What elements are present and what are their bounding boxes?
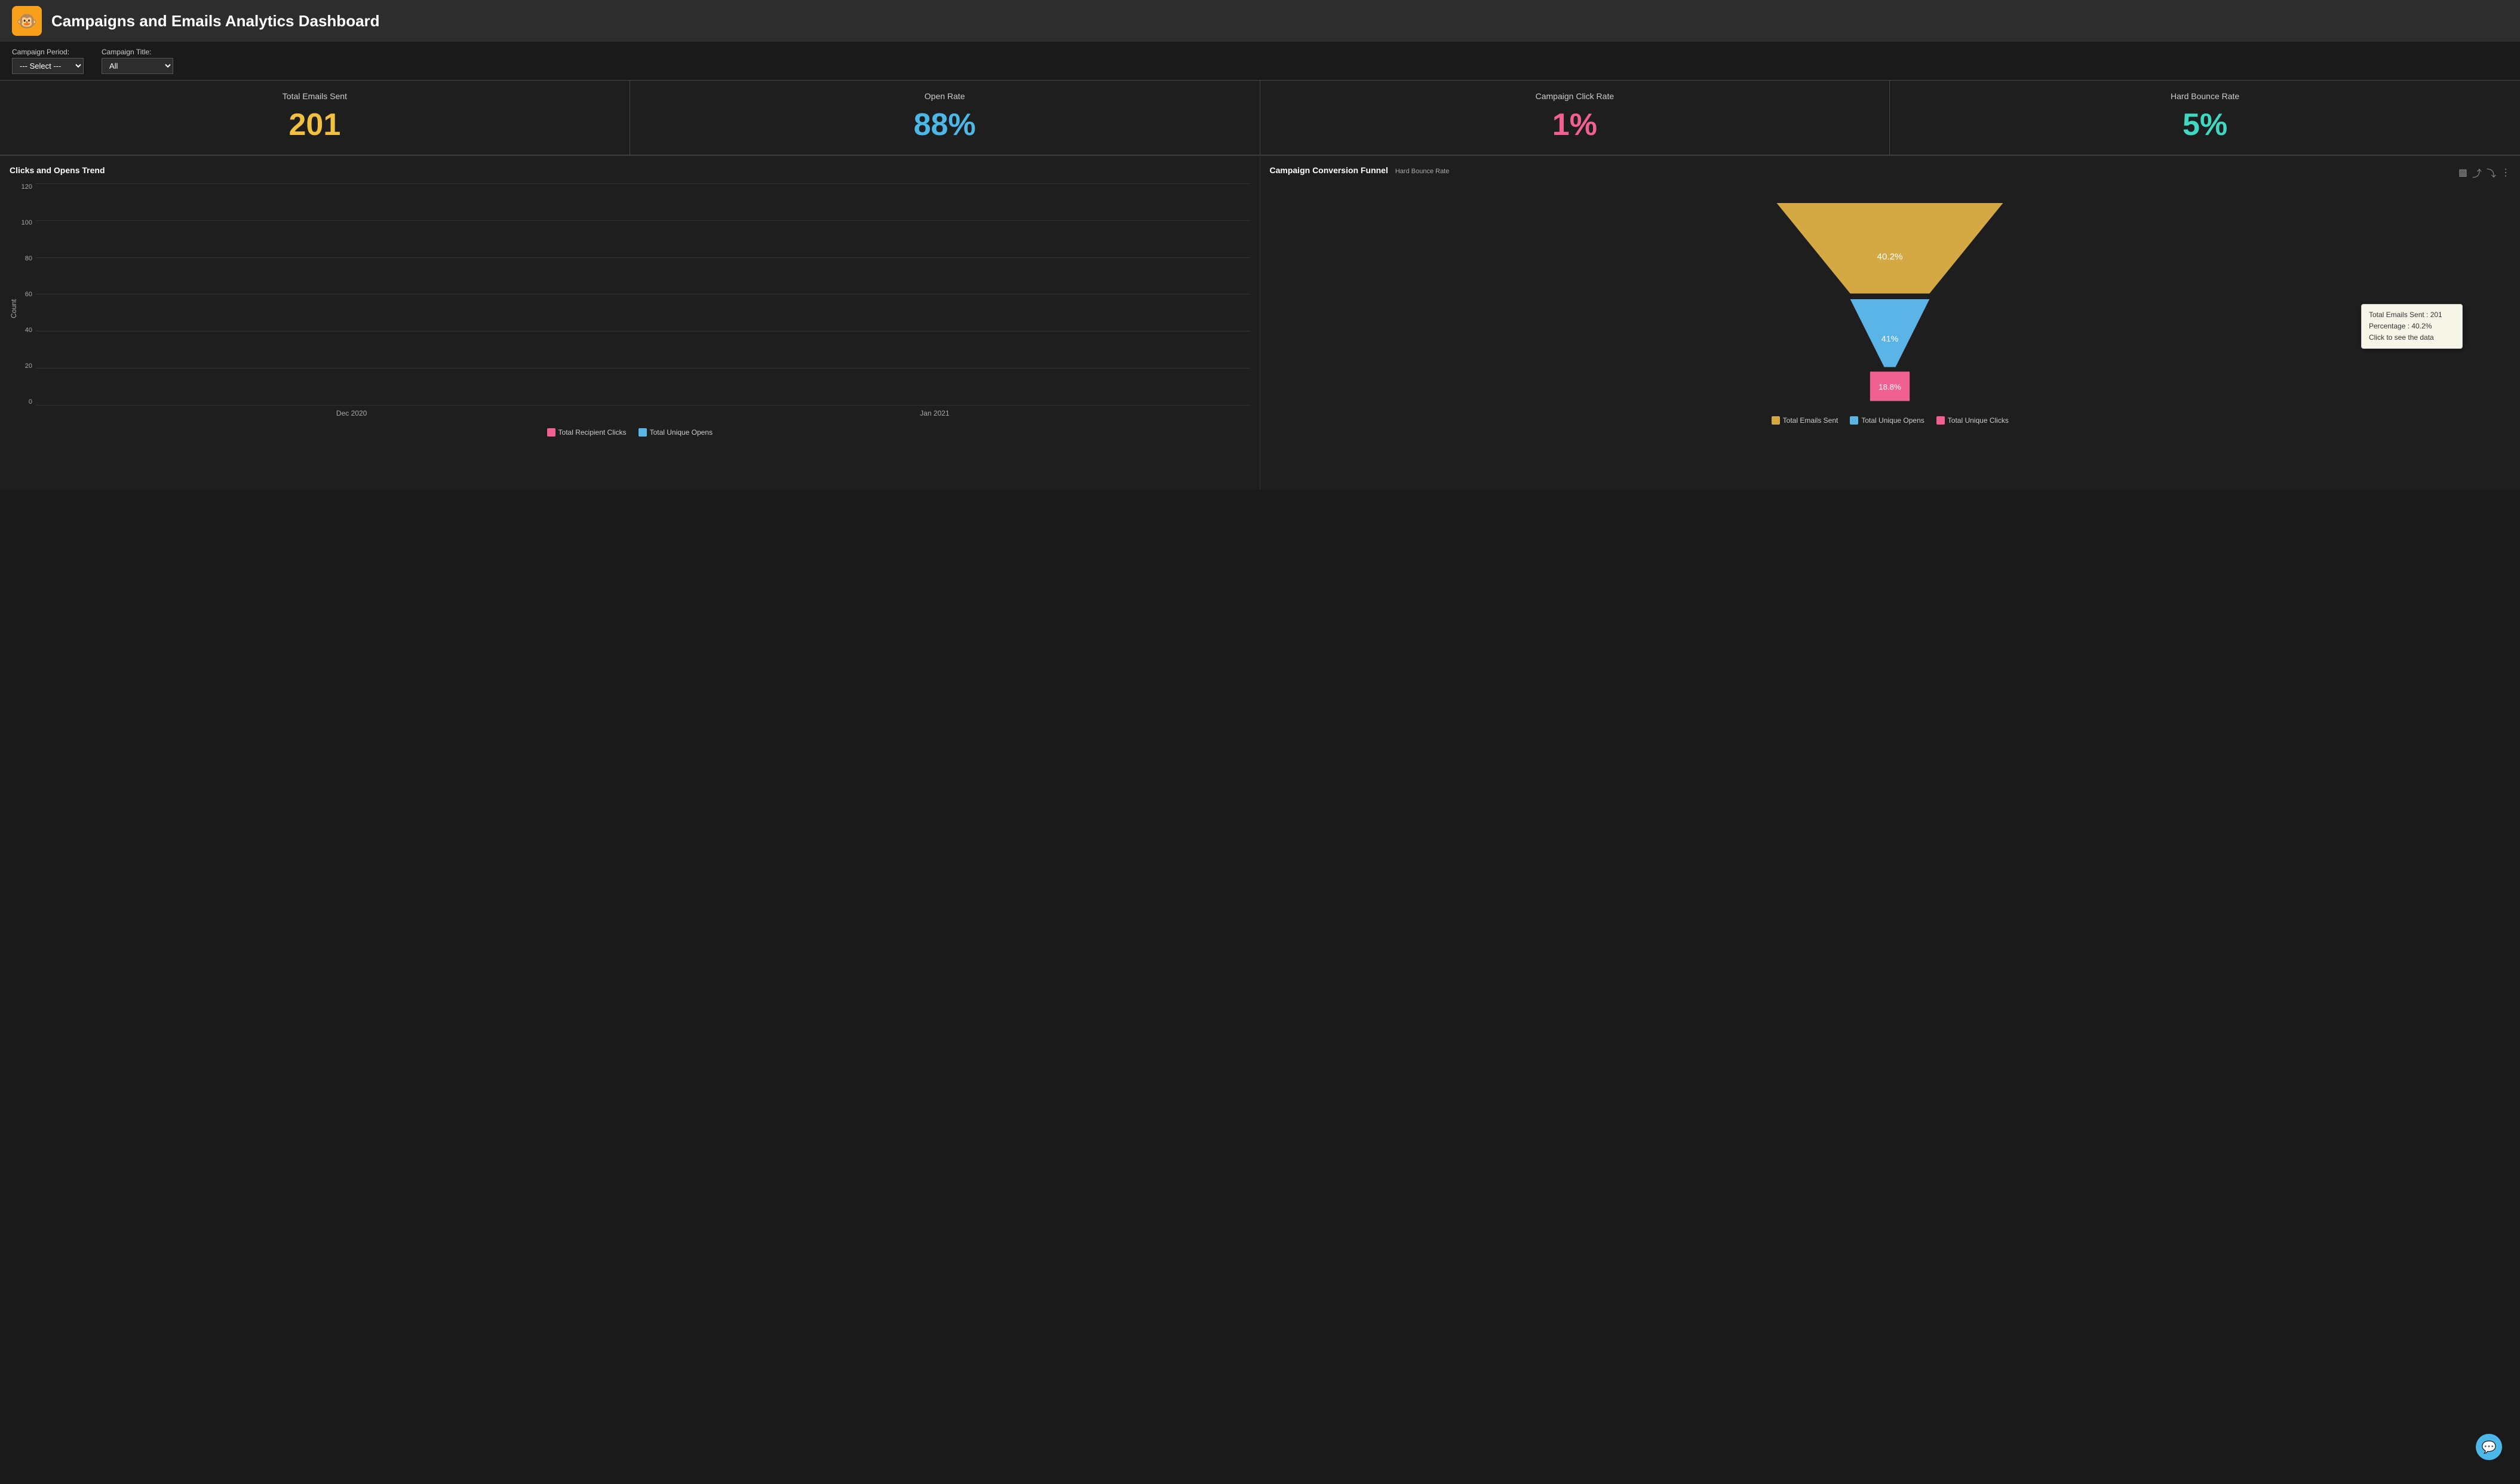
- kpi-bounce-rate: Hard Bounce Rate 5%: [1890, 81, 2520, 155]
- bar-chart-panel: Clicks and Opens Trend Count 120 100 80 …: [0, 155, 1260, 490]
- campaign-period-filter: Campaign Period: --- Select --- Dec 2020…: [12, 48, 84, 74]
- funnel-tooltip: Total Emails Sent : 201 Percentage : 40.…: [2361, 304, 2463, 349]
- funnel-legend-opens-label: Total Unique Opens: [1861, 416, 1924, 425]
- legend-item-opens: Total Unique Opens: [639, 428, 713, 437]
- legend-pink-box: [547, 428, 555, 437]
- funnel-legend: Total Emails Sent Total Unique Opens Tot…: [1270, 416, 2511, 425]
- more-options-icon[interactable]: ⋮: [2501, 167, 2510, 179]
- y-tick-20: 20: [25, 362, 32, 370]
- campaign-period-label: Campaign Period:: [12, 48, 84, 56]
- campaign-title-select[interactable]: All Campaign A Campaign B: [102, 58, 173, 74]
- kpi-open-rate: Open Rate 88%: [630, 81, 1260, 155]
- funnel-legend-pink-box: [1936, 416, 1945, 425]
- y-tick-80: 80: [25, 255, 32, 262]
- kpi-click-rate-label: Campaign Click Rate: [1272, 91, 1878, 101]
- tooltip-line1: Total Emails Sent : 201: [2369, 309, 2455, 321]
- funnel-segment-middle[interactable]: [1850, 299, 1930, 367]
- funnel-title: Campaign Conversion Funnel: [1270, 165, 1388, 175]
- bar-chart-legend: Total Recipient Clicks Total Unique Open…: [10, 428, 1250, 437]
- kpi-click-rate: Campaign Click Rate 1%: [1260, 81, 1890, 155]
- y-axis-label: Count: [10, 183, 18, 422]
- funnel-legend-emails-label: Total Emails Sent: [1783, 416, 1838, 425]
- mailchimp-icon: 🐵: [17, 11, 38, 31]
- legend-opens-label: Total Unique Opens: [650, 428, 713, 437]
- campaign-title-filter: Campaign Title: All Campaign A Campaign …: [102, 48, 173, 74]
- funnel-label-top: 40.2%: [1877, 252, 1903, 262]
- expand-icon[interactable]: ⤵: [2487, 165, 2496, 180]
- chat-icon: 💬: [2482, 1440, 2497, 1455]
- funnel-legend-unique-opens: Total Unique Opens: [1850, 416, 1924, 425]
- y-tick-120: 120: [22, 183, 32, 191]
- chat-button[interactable]: 💬: [2476, 1434, 2502, 1460]
- y-tick-100: 100: [22, 219, 32, 226]
- funnel-legend-emails-sent: Total Emails Sent: [1772, 416, 1838, 425]
- campaign-title-label: Campaign Title:: [102, 48, 173, 56]
- bar-chart-icon[interactable]: ▩: [2458, 167, 2467, 179]
- funnel-label-bottom: 18.8%: [1879, 383, 1901, 392]
- funnel-header: Campaign Conversion Funnel Hard Bounce R…: [1270, 165, 2511, 180]
- tooltip-line3: Click to see the data: [2369, 332, 2455, 343]
- legend-clicks-label: Total Recipient Clicks: [558, 428, 627, 437]
- funnel-label-middle: 41%: [1881, 334, 1899, 344]
- y-tick-0: 0: [29, 398, 32, 405]
- filter-bar: Campaign Period: --- Select --- Dec 2020…: [0, 42, 2520, 80]
- legend-blue-box: [639, 428, 647, 437]
- kpi-total-emails: Total Emails Sent 201: [0, 81, 630, 155]
- kpi-bounce-rate-label: Hard Bounce Rate: [1902, 91, 2508, 101]
- kpi-total-emails-value: 201: [12, 107, 618, 143]
- tooltip-line2: Percentage : 40.2%: [2369, 321, 2455, 332]
- x-label-dec2020: Dec 2020: [336, 409, 367, 422]
- funnel-chart-panel: Campaign Conversion Funnel Hard Bounce R…: [1260, 155, 2520, 490]
- kpi-bounce-rate-value: 5%: [1902, 107, 2508, 143]
- funnel-title-block: Campaign Conversion Funnel Hard Bounce R…: [1270, 165, 1450, 175]
- funnel-legend-clicks-label: Total Unique Clicks: [1948, 416, 2009, 425]
- legend-item-clicks: Total Recipient Clicks: [547, 428, 627, 437]
- kpi-total-emails-label: Total Emails Sent: [12, 91, 618, 101]
- external-link-icon[interactable]: ⤴: [2472, 165, 2482, 180]
- y-tick-60: 60: [25, 291, 32, 298]
- funnel-svg: 40.2% 41% 18.8%: [1746, 192, 2033, 407]
- funnel-legend-yellow-box: [1772, 416, 1780, 425]
- funnel-legend-cyan-box: [1850, 416, 1858, 425]
- bar-chart-title: Clicks and Opens Trend: [10, 165, 1250, 175]
- kpi-open-rate-value: 88%: [642, 107, 1248, 143]
- funnel-subtitle: Hard Bounce Rate: [1395, 168, 1450, 175]
- funnel-svg-container: 40.2% 41% 18.8% Total Emails Sent : 201 …: [1270, 186, 2511, 413]
- funnel-toolbar: ▩ ⤴ ⤵ ⋮: [2458, 165, 2510, 180]
- funnel-legend-unique-clicks: Total Unique Clicks: [1936, 416, 2009, 425]
- app-header: 🐵 Campaigns and Emails Analytics Dashboa…: [0, 0, 2520, 42]
- kpi-row: Total Emails Sent 201 Open Rate 88% Camp…: [0, 80, 2520, 155]
- kpi-click-rate-value: 1%: [1272, 107, 1878, 143]
- app-title: Campaigns and Emails Analytics Dashboard: [51, 12, 380, 30]
- charts-row: Clicks and Opens Trend Count 120 100 80 …: [0, 155, 2520, 490]
- y-tick-40: 40: [25, 327, 32, 334]
- campaign-period-select[interactable]: --- Select --- Dec 2020 Jan 2021 All: [12, 58, 84, 74]
- app-logo: 🐵: [12, 6, 42, 36]
- funnel-segment-top[interactable]: [1777, 203, 2003, 294]
- kpi-open-rate-label: Open Rate: [642, 91, 1248, 101]
- x-label-jan2021: Jan 2021: [920, 409, 949, 422]
